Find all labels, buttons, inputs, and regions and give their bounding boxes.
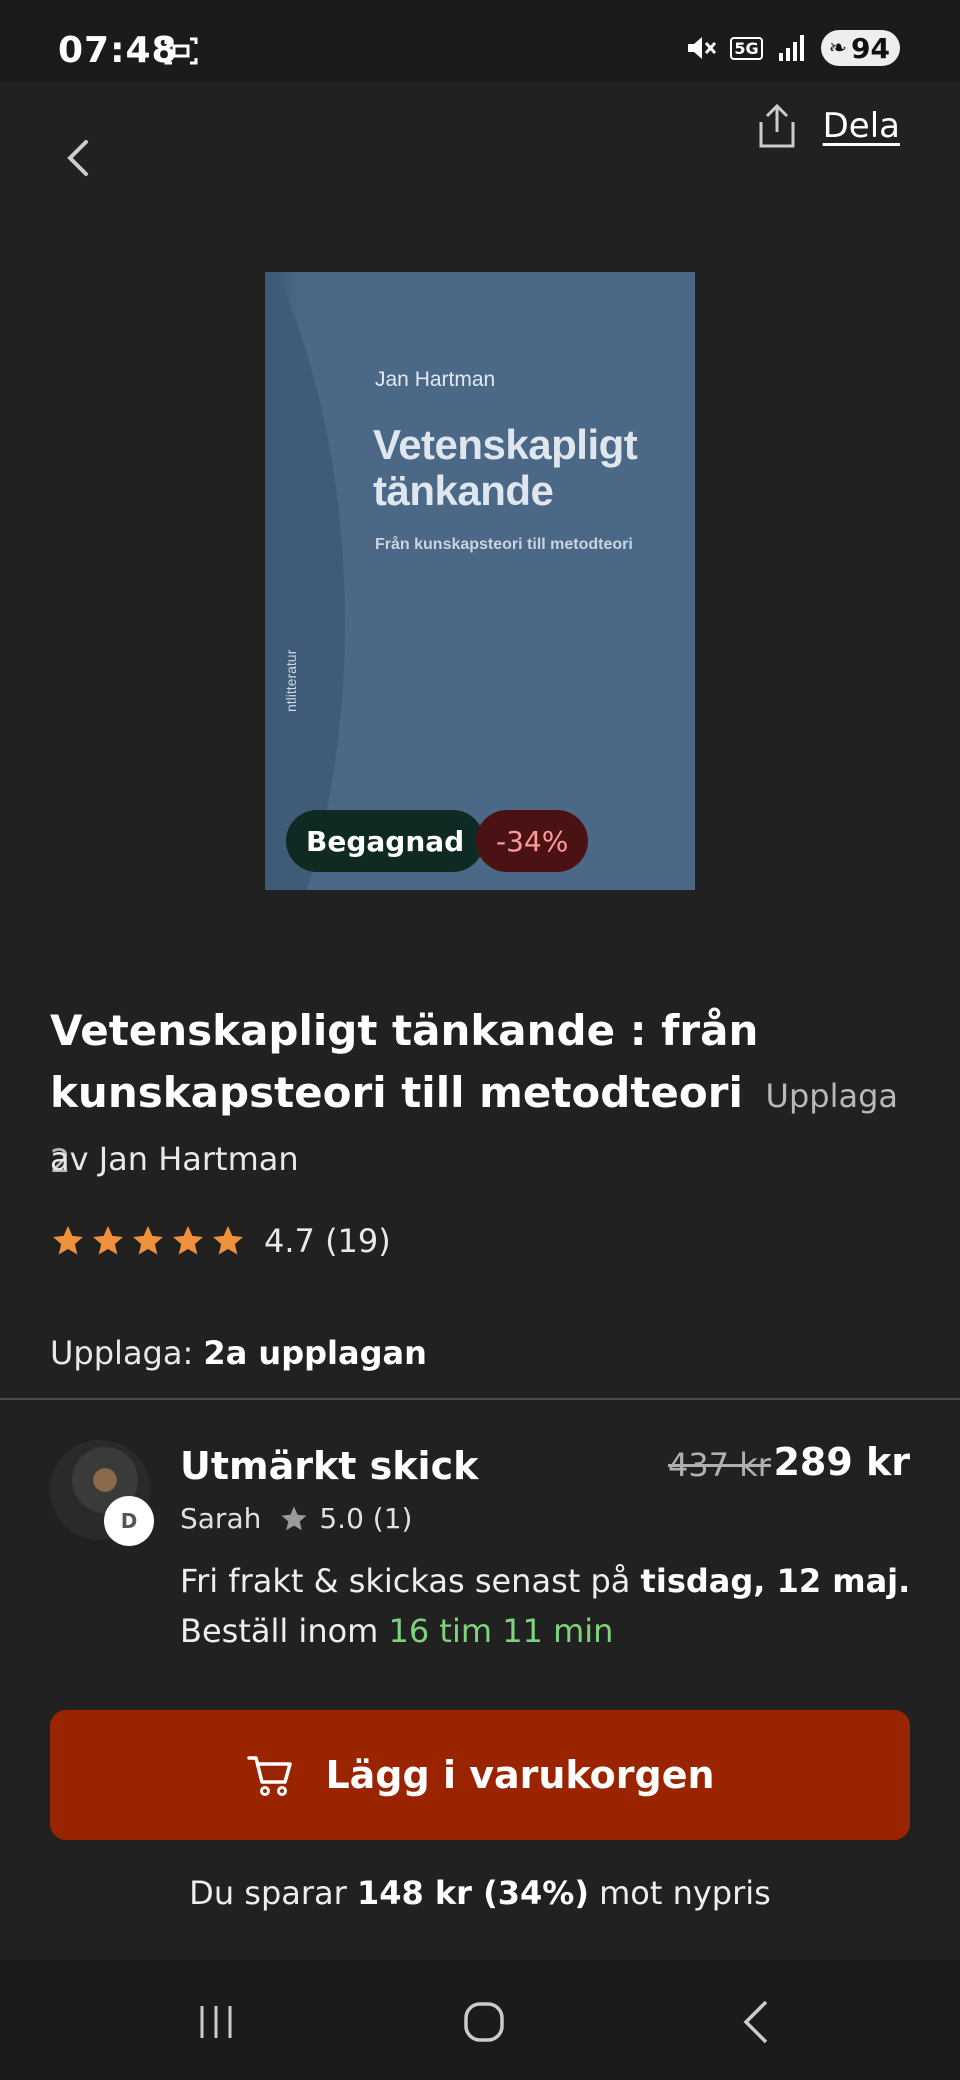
add-to-cart-label: Lägg i varukorgen bbox=[325, 1753, 715, 1797]
savings-amount: 148 kr (34%) bbox=[356, 1874, 589, 1912]
status-icons: 5G ❧ 94 bbox=[684, 30, 900, 66]
product-author[interactable]: av Jan Hartman bbox=[50, 1140, 299, 1178]
deadline-prefix: Beställ inom bbox=[180, 1612, 379, 1650]
shipping-prefix: Fri frakt & skickas senast på bbox=[180, 1562, 631, 1600]
star-icon bbox=[213, 1226, 243, 1255]
star-icon bbox=[53, 1226, 83, 1255]
status-time: 07:48 bbox=[58, 30, 178, 71]
edition-label: Upplaga: bbox=[50, 1334, 194, 1372]
star-icon bbox=[133, 1226, 163, 1255]
savings-prefix: Du sparar bbox=[189, 1874, 347, 1912]
rating-text: 4.7 (19) bbox=[264, 1222, 391, 1260]
product-title-text: Vetenskapligt tänkande : från kunskapste… bbox=[50, 1006, 759, 1117]
system-nav-bar bbox=[0, 1960, 960, 2080]
mute-icon bbox=[688, 37, 717, 59]
seller-rating: 5.0 (1) bbox=[319, 1502, 413, 1535]
star-icon bbox=[173, 1226, 203, 1255]
discount-badge: -34% bbox=[476, 810, 589, 872]
edition-selector[interactable]: Upplaga: 2a upplagan bbox=[50, 1334, 427, 1372]
savings-text: Du sparar 148 kr (34%) mot nypris bbox=[0, 1874, 960, 1912]
divider bbox=[0, 1398, 960, 1400]
signal-icon bbox=[778, 35, 804, 61]
shipping-info: Fri frakt & skickas senast på tisdag, 12… bbox=[180, 1562, 910, 1600]
back-button[interactable] bbox=[56, 128, 100, 188]
header: Dela bbox=[0, 82, 960, 192]
book-cover[interactable]: Jan Hartman Vetenskapligt tänkande Från … bbox=[265, 272, 695, 890]
nav-back-icon[interactable] bbox=[740, 1998, 770, 2046]
battery-icon: ❧ 94 bbox=[820, 30, 900, 66]
back-icon bbox=[67, 140, 88, 176]
savings-suffix: mot nypris bbox=[599, 1874, 771, 1912]
rating-row[interactable]: 4.7 (19) bbox=[50, 1222, 391, 1260]
new-price: 289 kr bbox=[773, 1440, 910, 1484]
deadline-time: 16 tim 11 min bbox=[388, 1612, 614, 1650]
order-deadline: Beställ inom 16 tim 11 min bbox=[180, 1612, 613, 1650]
condition-label: Utmärkt skick bbox=[180, 1444, 479, 1488]
network-label: 5G bbox=[730, 36, 763, 60]
cart-icon bbox=[247, 1756, 293, 1796]
shipping-date: tisdag, 12 maj. bbox=[640, 1562, 911, 1600]
nav-home-icon[interactable] bbox=[462, 2000, 506, 2044]
cover-publisher: ntlitteratur bbox=[283, 649, 299, 712]
screenshot-icon bbox=[164, 37, 198, 65]
cover-curve bbox=[265, 272, 345, 890]
nav-recents-icon[interactable] bbox=[196, 2002, 236, 2042]
star-icon bbox=[281, 1506, 307, 1530]
share-icon bbox=[759, 103, 795, 148]
used-badge: Begagnad bbox=[286, 810, 485, 872]
share-label[interactable]: Dela bbox=[823, 106, 900, 146]
seller-badge-icon: D bbox=[104, 1496, 154, 1546]
seller-info[interactable]: Sarah 5.0 (1) bbox=[180, 1502, 412, 1535]
cover-author: Jan Hartman bbox=[375, 368, 496, 391]
add-to-cart-button[interactable]: Lägg i varukorgen bbox=[50, 1710, 910, 1840]
edition-value: 2a upplagan bbox=[203, 1334, 427, 1372]
cover-subtitle: Från kunskapsteori till metodteori bbox=[375, 536, 633, 553]
share-button[interactable]: Dela bbox=[755, 102, 900, 150]
seller-name: Sarah bbox=[180, 1502, 262, 1535]
status-bar: 07:48 5G ❧ 94 bbox=[0, 0, 960, 82]
battery-level: 94 bbox=[851, 31, 890, 65]
star-icon bbox=[93, 1226, 123, 1255]
cover-title: Vetenskapligt tänkande bbox=[373, 421, 638, 514]
old-price: 437 kr bbox=[668, 1446, 771, 1484]
